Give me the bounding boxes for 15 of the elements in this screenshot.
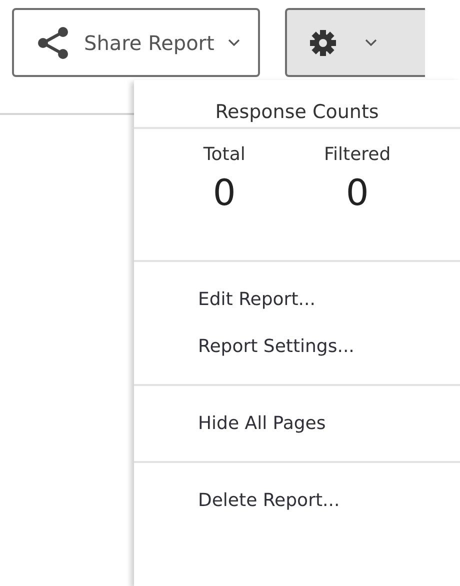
count-value: 0	[346, 173, 369, 214]
chevron-icon	[365, 38, 378, 46]
menu-item[interactable]: Hide All Pages	[134, 400, 460, 447]
chevron-icon	[228, 38, 240, 46]
count-label: Total	[203, 144, 246, 165]
count-label: Filtered	[324, 144, 391, 165]
menu-item[interactable]: Delete Report...	[134, 477, 460, 524]
menu-item[interactable]: Edit Report...	[134, 276, 460, 323]
settings-button[interactable]	[285, 8, 426, 77]
share-icon	[36, 26, 70, 60]
menu-title: Response Counts	[214, 100, 380, 125]
settings-icon	[309, 28, 338, 56]
share-report-button[interactable]: Share Report	[12, 8, 260, 77]
count-value: 0	[212, 173, 236, 214]
menu-item[interactable]: Report Settings...	[134, 323, 460, 370]
